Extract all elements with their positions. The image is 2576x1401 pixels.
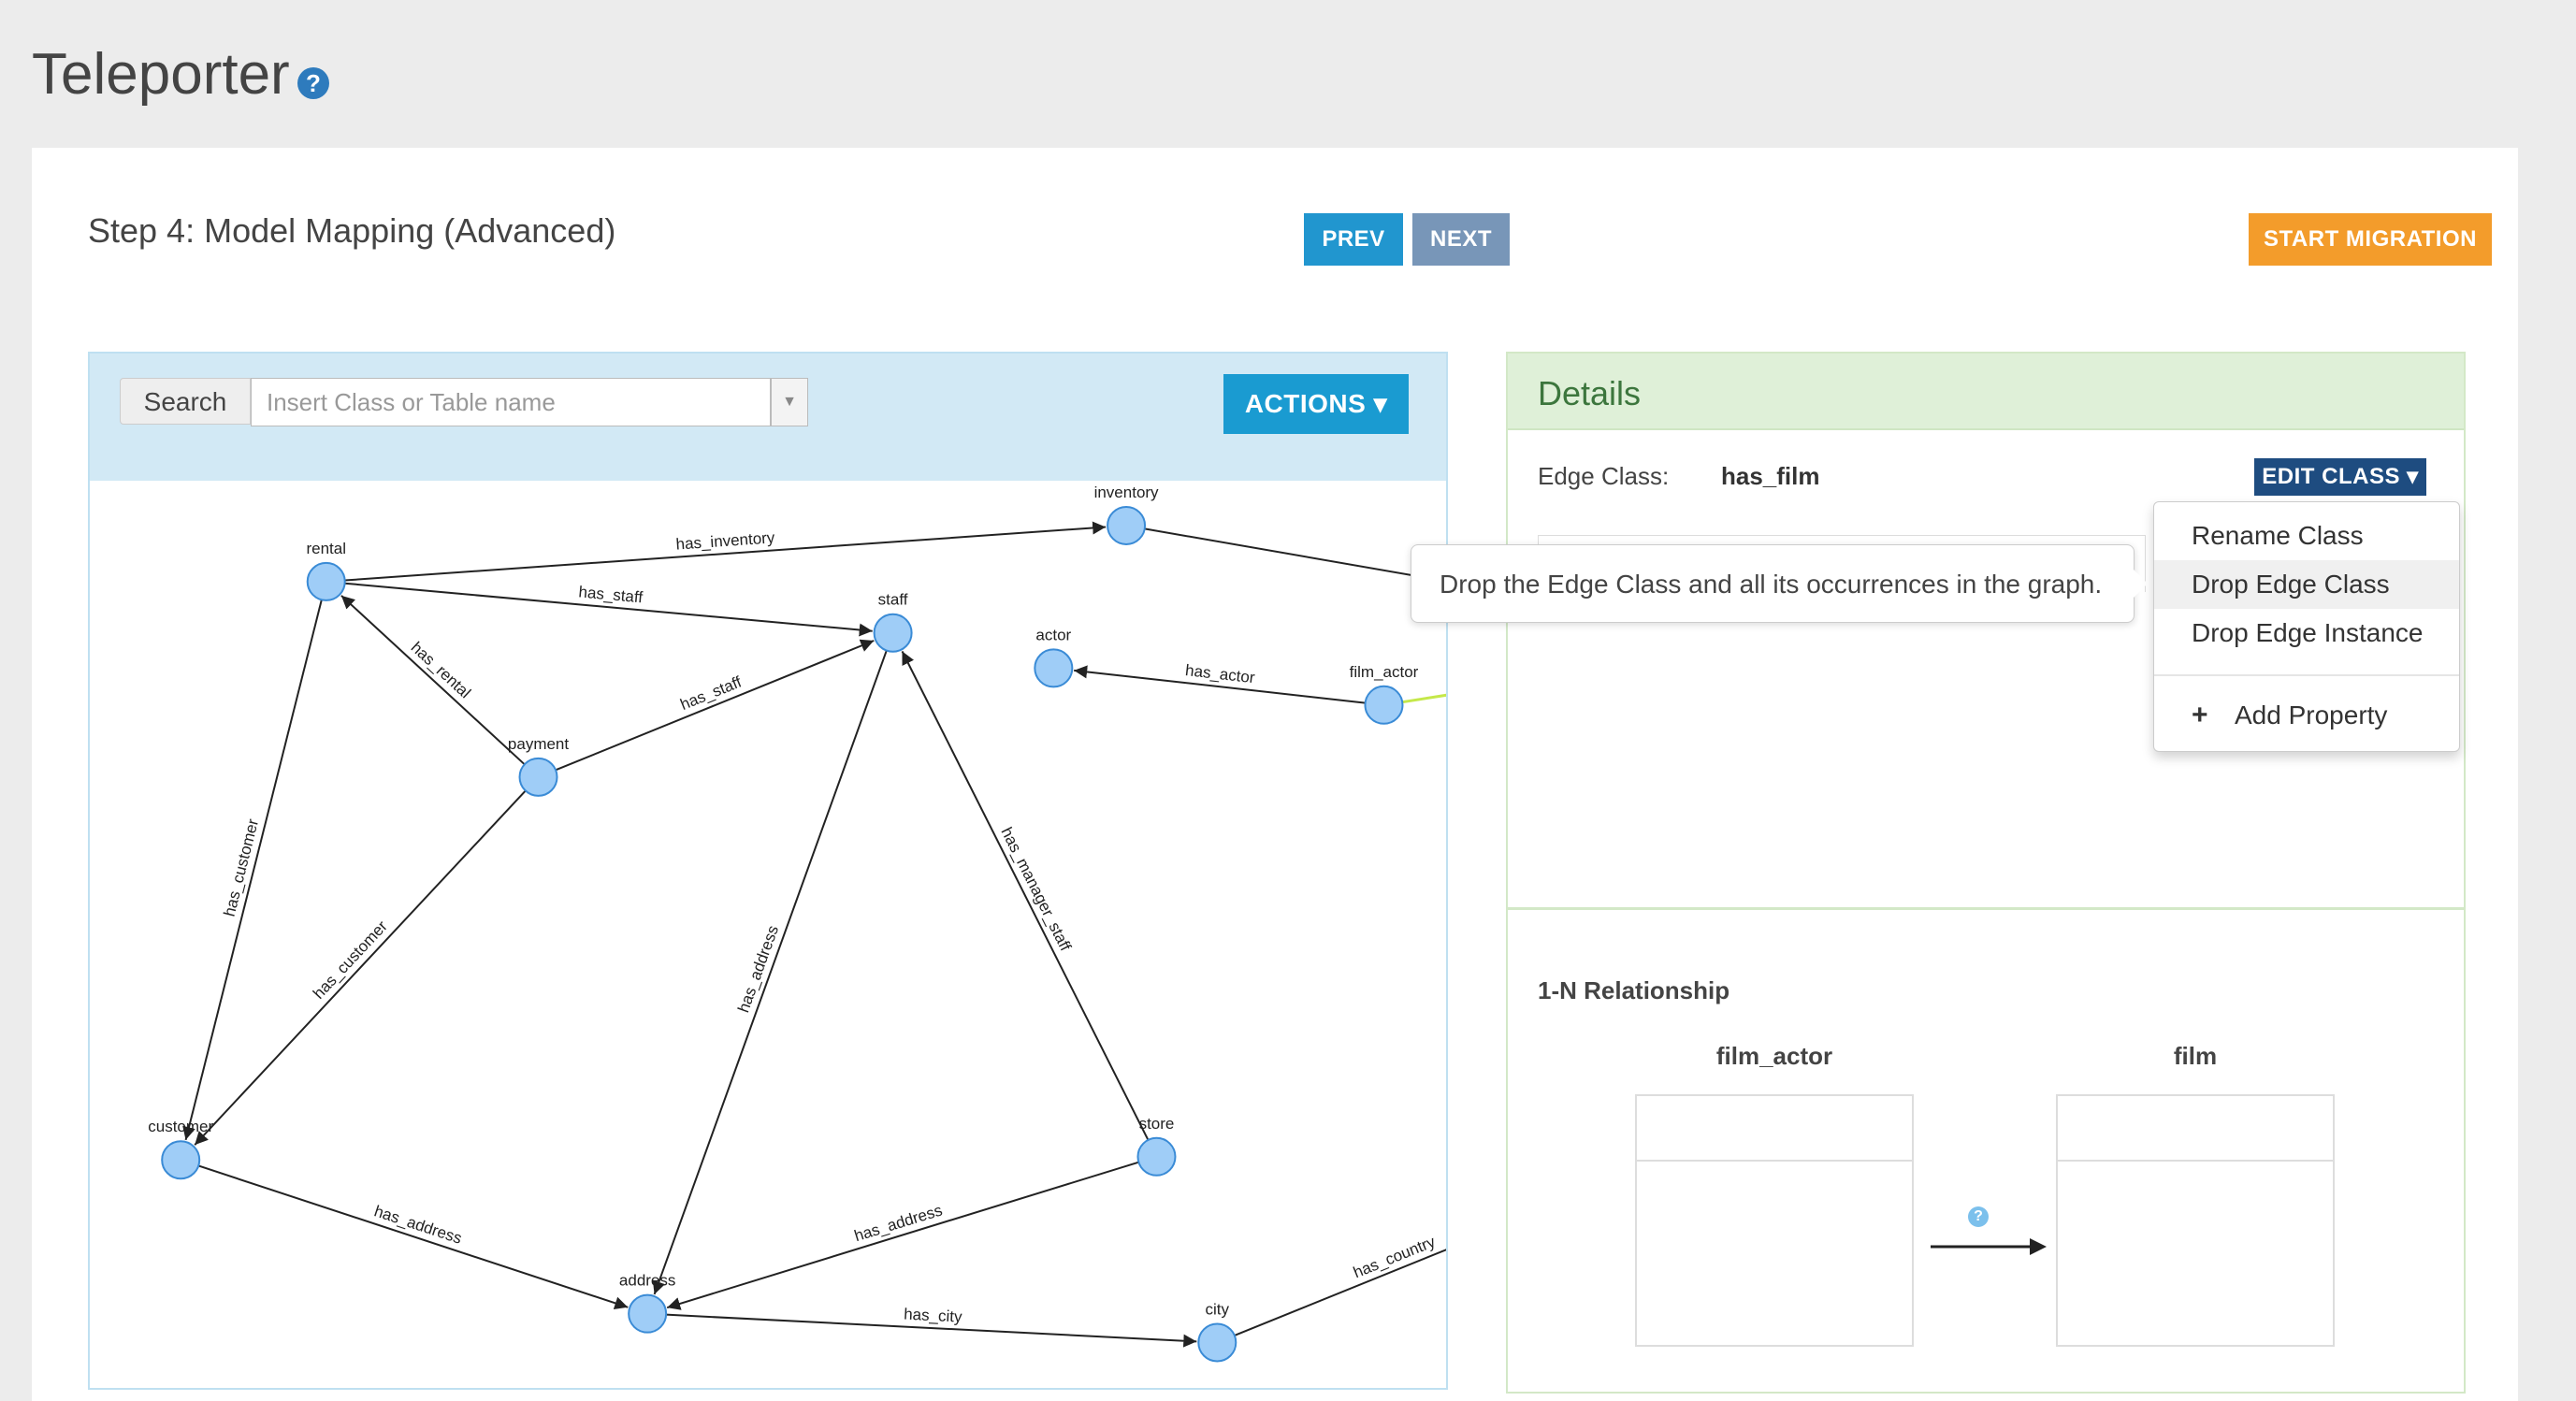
tooltip-arrow bbox=[2133, 569, 2148, 599]
add-property-label: Add Property bbox=[2235, 700, 2388, 729]
graph-edge-has-customer[interactable] bbox=[182, 599, 323, 1141]
menu-item-add-property[interactable]: + Add Property bbox=[2154, 691, 2459, 740]
edge-class-value: has_film bbox=[1721, 462, 1820, 490]
graph-node-store[interactable] bbox=[1136, 1136, 1177, 1177]
graph-node-actor[interactable] bbox=[1034, 648, 1074, 688]
graph-edge-label: has_country bbox=[1351, 1233, 1438, 1282]
start-migration-button[interactable]: START MIGRATION bbox=[2249, 213, 2492, 266]
graph-edge-label: has_rental bbox=[408, 639, 474, 702]
graph-node-label: rental bbox=[306, 540, 346, 557]
question-circle-icon[interactable]: ? bbox=[297, 67, 329, 99]
graph-edge-has-rental[interactable] bbox=[340, 595, 526, 766]
graph-edge-has-address[interactable] bbox=[197, 1164, 629, 1310]
graph-edge-label: has_customer bbox=[221, 816, 263, 918]
question-circle-icon[interactable]: ? bbox=[1968, 1206, 1989, 1227]
from-class-name: film_actor bbox=[1715, 1042, 1833, 1070]
graph-node-label: actor bbox=[1035, 626, 1071, 643]
graph-edge-label: has_actor bbox=[1184, 661, 1256, 686]
graph-edge-label: has_customer bbox=[310, 917, 391, 1003]
graph-node-label: customer bbox=[148, 1118, 213, 1135]
graph-edge-label: has_address bbox=[372, 1202, 464, 1248]
graph-edge-has-manager-staff[interactable] bbox=[901, 650, 1150, 1141]
menu-item-drop-edge-class[interactable]: Drop Edge Class bbox=[2154, 560, 2459, 609]
to-class-box bbox=[2056, 1094, 2335, 1347]
app-title: Teleporter bbox=[32, 42, 290, 107]
graph-edge-has-country[interactable] bbox=[1234, 1203, 1446, 1336]
tooltip: Drop the Edge Class and all its occurren… bbox=[1411, 544, 2135, 623]
relationship-arrow bbox=[1931, 1238, 2047, 1255]
graph-node-label: film_actor bbox=[1350, 663, 1419, 681]
edit-class-button[interactable]: EDIT CLASS ▾ bbox=[2254, 458, 2426, 496]
chevron-down-icon[interactable]: ▼ bbox=[771, 378, 808, 426]
search-input[interactable]: Insert Class or Table name bbox=[251, 378, 771, 426]
graph-toolbar: Search Insert Class or Table name ▼ ACTI… bbox=[90, 354, 1446, 481]
graph-edge-label: has_address bbox=[852, 1201, 945, 1245]
actions-button[interactable]: ACTIONS ▾ bbox=[1223, 374, 1409, 434]
graph-node-label: staff bbox=[878, 591, 908, 609]
graph-edge-label: has_inventory bbox=[675, 528, 775, 553]
prev-button[interactable]: PREV bbox=[1304, 213, 1403, 266]
graph-node-film-actor[interactable] bbox=[1364, 685, 1404, 725]
details-title: Details bbox=[1538, 374, 1642, 412]
graph-edge-has-address[interactable] bbox=[652, 650, 888, 1295]
search-label: Search bbox=[120, 378, 251, 425]
graph-node-payment[interactable] bbox=[518, 757, 558, 797]
graph-canvas[interactable]: has_inventoryhas_staffhas_rental has_staf… bbox=[90, 481, 1446, 1388]
menu-divider bbox=[2154, 674, 2459, 676]
graph-edge-has-address[interactable] bbox=[666, 1161, 1139, 1310]
graph-edge-has-staff[interactable] bbox=[555, 639, 875, 772]
graph-node-address[interactable] bbox=[628, 1293, 668, 1334]
graph-panel: Search Insert Class or Table name ▼ ACTI… bbox=[88, 352, 1448, 1390]
graph-node-city[interactable] bbox=[1197, 1322, 1237, 1363]
from-class-box bbox=[1635, 1094, 1914, 1347]
graph-node-label: address bbox=[619, 1272, 675, 1290]
graph-edge-label: has_address bbox=[734, 923, 782, 1015]
graph-node-inventory[interactable] bbox=[1107, 505, 1147, 545]
menu-item-drop-edge-instance[interactable]: Drop Edge Instance bbox=[2154, 609, 2459, 657]
graph-node-customer[interactable] bbox=[161, 1140, 201, 1180]
graph-edge-label: has_staff bbox=[578, 583, 644, 606]
graph-node-label: inventory bbox=[1094, 484, 1159, 501]
graph-edge-has-film[interactable] bbox=[1144, 527, 1446, 637]
graph-node-label: city bbox=[1206, 1300, 1230, 1318]
details-header: Details bbox=[1508, 354, 2464, 430]
plus-icon: + bbox=[2192, 700, 2208, 730]
edge-class-label: Edge Class: bbox=[1538, 462, 1670, 490]
graph-node-rental[interactable] bbox=[306, 561, 346, 601]
divider bbox=[1508, 907, 2464, 910]
graph-node-staff[interactable] bbox=[873, 613, 913, 653]
next-button[interactable]: NEXT bbox=[1412, 213, 1510, 266]
edit-class-menu: Rename Class Drop Edge Class Drop Edge I… bbox=[2153, 501, 2460, 752]
graph-edge-label: has_city bbox=[904, 1306, 963, 1326]
graph-node-label: store bbox=[1139, 1115, 1175, 1133]
graph-node-label: payment bbox=[508, 735, 569, 753]
menu-item-rename-class[interactable]: Rename Class bbox=[2154, 512, 2459, 560]
step-title: Step 4: Model Mapping (Advanced) bbox=[88, 211, 616, 250]
to-class-name: film bbox=[2173, 1042, 2218, 1070]
graph-edge-label: has_manager_staff bbox=[997, 825, 1074, 955]
relationship-title: 1-N Relationship bbox=[1538, 976, 1730, 1004]
